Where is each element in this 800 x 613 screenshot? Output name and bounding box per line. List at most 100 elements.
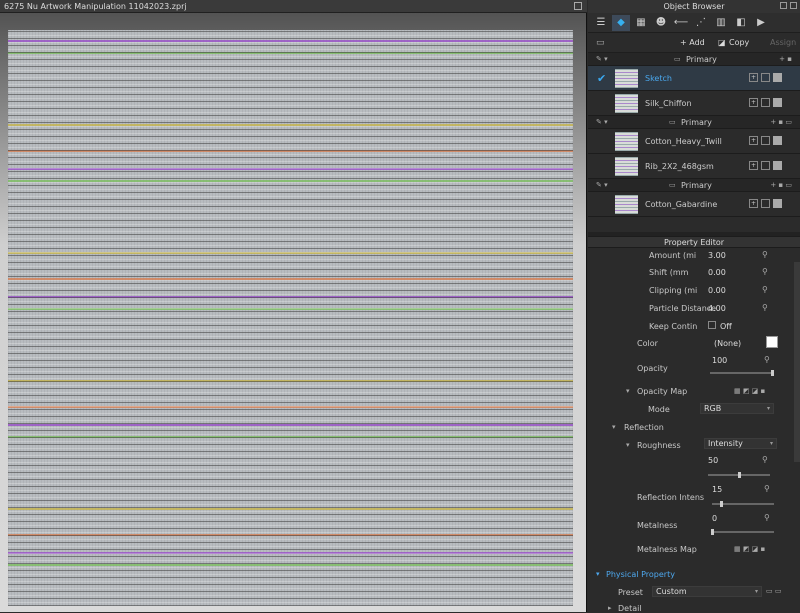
copy-button[interactable]: Copy xyxy=(729,36,749,50)
assign-button[interactable]: Assign xyxy=(770,36,796,50)
map-actions-icon[interactable]: ▦ ◩ ◪ ▪ xyxy=(734,545,765,553)
pin-icon[interactable]: ⚲ xyxy=(762,304,770,312)
pattern-icon[interactable]: ▦ xyxy=(632,15,650,31)
map-actions-icon[interactable]: ▦ ◩ ◪ ▪ xyxy=(734,387,765,395)
group-actions-icon[interactable]: + ▪ ▭ xyxy=(770,118,792,126)
clipping-field[interactable]: 0.00 xyxy=(708,286,726,295)
group-header[interactable]: ✎ ▾ ▭ Primary + ▪ ▭ xyxy=(588,179,800,192)
opacity-slider[interactable] xyxy=(710,372,772,374)
collapse-icon[interactable]: ▾ xyxy=(626,441,630,449)
metalness-slider-knob[interactable] xyxy=(711,529,714,535)
copy-icon[interactable] xyxy=(761,199,770,208)
add-icon[interactable]: + xyxy=(749,136,758,145)
check-icon: ✔ xyxy=(597,72,607,85)
property-editor-header: Property Editor xyxy=(588,236,800,248)
delete-icon[interactable] xyxy=(773,199,782,208)
topstitch-icon[interactable]: ⋰ xyxy=(692,15,710,31)
fabric-preview[interactable] xyxy=(8,30,573,606)
scrollbar[interactable] xyxy=(794,262,800,462)
3d-viewport[interactable]: 6275 Nu Artwork Manipulation 11042023.zp… xyxy=(0,0,587,612)
list-icon[interactable]: ☰ xyxy=(592,15,610,31)
list-item-rib[interactable]: Rib_2X2_468gsm + xyxy=(588,154,800,179)
collapse-icon[interactable]: ▾ xyxy=(612,423,616,431)
close-icon[interactable] xyxy=(790,2,797,9)
zipper-icon[interactable]: ▥ xyxy=(712,15,730,31)
maximize-icon[interactable] xyxy=(574,2,582,10)
list-item-sketch[interactable]: ✔ Sketch + xyxy=(588,66,800,91)
fabric-thumbnail xyxy=(615,157,638,176)
copy-icon[interactable] xyxy=(761,136,770,145)
collapse-icon[interactable]: ▾ xyxy=(626,387,630,395)
list-item-cotton-heavy-twill[interactable]: Cotton_Heavy_Twill + xyxy=(588,129,800,154)
group-label: Primary xyxy=(681,118,712,127)
hardware-icon[interactable]: ◧ xyxy=(732,15,750,31)
group-header[interactable]: ✎ ▾ ▭ Primary + ▪ xyxy=(588,53,800,66)
keep-checkbox[interactable] xyxy=(708,321,716,329)
copy-icon[interactable] xyxy=(761,98,770,107)
pencil-icon[interactable]: ✎ ▾ xyxy=(596,118,608,126)
list-item-cotton-gabardine[interactable]: Cotton_Gabardine + xyxy=(588,192,800,217)
folder-icon[interactable]: ▭ ▭ xyxy=(766,587,781,595)
opacity-field[interactable]: 100 xyxy=(712,356,727,365)
pin-icon[interactable]: ⚲ xyxy=(762,251,770,259)
pin-icon[interactable]: ⚲ xyxy=(762,456,770,464)
add-button[interactable]: + Add xyxy=(680,36,705,50)
metalness-slider[interactable] xyxy=(712,531,774,533)
pencil-icon[interactable]: ✎ ▾ xyxy=(596,181,608,189)
group-header[interactable]: ✎ ▾ ▭ Primary + ▪ ▭ xyxy=(588,116,800,129)
pin-icon[interactable]: ⚲ xyxy=(764,485,772,493)
metalness-field[interactable]: 0 xyxy=(712,514,717,523)
more-icon[interactable]: ▶ xyxy=(752,15,770,31)
fabric-icon[interactable]: ◆ xyxy=(612,14,630,31)
collapse-icon[interactable]: ▾ xyxy=(596,570,600,578)
opacity-slider-knob[interactable] xyxy=(771,370,774,376)
mode-dropdown[interactable]: RGB ▾ xyxy=(700,403,774,414)
list-item-silk-chiffon[interactable]: Silk_Chiffon + xyxy=(588,91,800,116)
color-swatch[interactable] xyxy=(766,336,778,348)
delete-icon[interactable] xyxy=(773,136,782,145)
roughness-amount-field[interactable]: 50 xyxy=(708,456,718,465)
pin-icon[interactable]: ⚲ xyxy=(764,356,772,364)
pin-icon[interactable]: ⚲ xyxy=(762,268,770,276)
metalness-map-label: Metalness Map xyxy=(637,545,697,554)
add-icon[interactable]: + xyxy=(749,161,758,170)
copy-icon[interactable]: ◪ xyxy=(718,36,726,50)
right-panel: Object Browser ☰ ◆ ▦ ☻ ⟵ ⋰ ▥ ◧ ▶ ▭ + Add… xyxy=(588,0,800,613)
color-value: (None) xyxy=(714,339,742,348)
opacity-map-label: Opacity Map xyxy=(637,387,688,396)
reflection-intensity-slider-knob[interactable] xyxy=(720,501,724,507)
amount-field[interactable]: 3.00 xyxy=(708,251,726,260)
delete-icon[interactable] xyxy=(773,98,782,107)
shift-label: Shift (mm xyxy=(649,268,689,277)
group-actions-icon[interactable]: + ▪ ▭ xyxy=(770,181,792,189)
line-icon[interactable]: ⟵ xyxy=(672,15,690,31)
shift-field[interactable]: 0.00 xyxy=(708,268,726,277)
folder-icon[interactable]: ▭ xyxy=(596,38,605,48)
mode-value: RGB xyxy=(704,404,722,413)
fabric-thumbnail xyxy=(615,94,638,113)
preset-dropdown[interactable]: Custom ▾ xyxy=(652,586,762,597)
group-actions-icon[interactable]: + ▪ xyxy=(779,55,792,63)
delete-icon[interactable] xyxy=(773,73,782,82)
preset-label: Preset xyxy=(618,588,643,597)
roughness-dropdown[interactable]: Intensity ▾ xyxy=(704,438,777,449)
particle-distance-field[interactable]: 4.00 xyxy=(708,304,726,313)
copy-icon[interactable] xyxy=(761,73,770,82)
item-label: Cotton_Heavy_Twill xyxy=(645,137,722,146)
property-editor: Property Editor xyxy=(588,236,800,248)
add-icon[interactable]: + xyxy=(749,73,758,82)
restore-icon[interactable] xyxy=(780,2,787,9)
expand-icon[interactable]: ▸ xyxy=(608,604,612,612)
object-browser-header: Object Browser xyxy=(588,0,800,13)
pin-icon[interactable]: ⚲ xyxy=(762,286,770,294)
roughness-slider-knob[interactable] xyxy=(738,472,741,478)
pencil-icon[interactable]: ✎ ▾ xyxy=(596,55,608,63)
button-icon[interactable]: ☻ xyxy=(652,15,670,31)
delete-icon[interactable] xyxy=(773,161,782,170)
pin-icon[interactable]: ⚲ xyxy=(764,514,772,522)
fabric-thumbnail xyxy=(615,69,638,88)
copy-icon[interactable] xyxy=(761,161,770,170)
add-icon[interactable]: + xyxy=(749,199,758,208)
add-icon[interactable]: + xyxy=(749,98,758,107)
reflection-intensity-field[interactable]: 15 xyxy=(712,485,722,494)
